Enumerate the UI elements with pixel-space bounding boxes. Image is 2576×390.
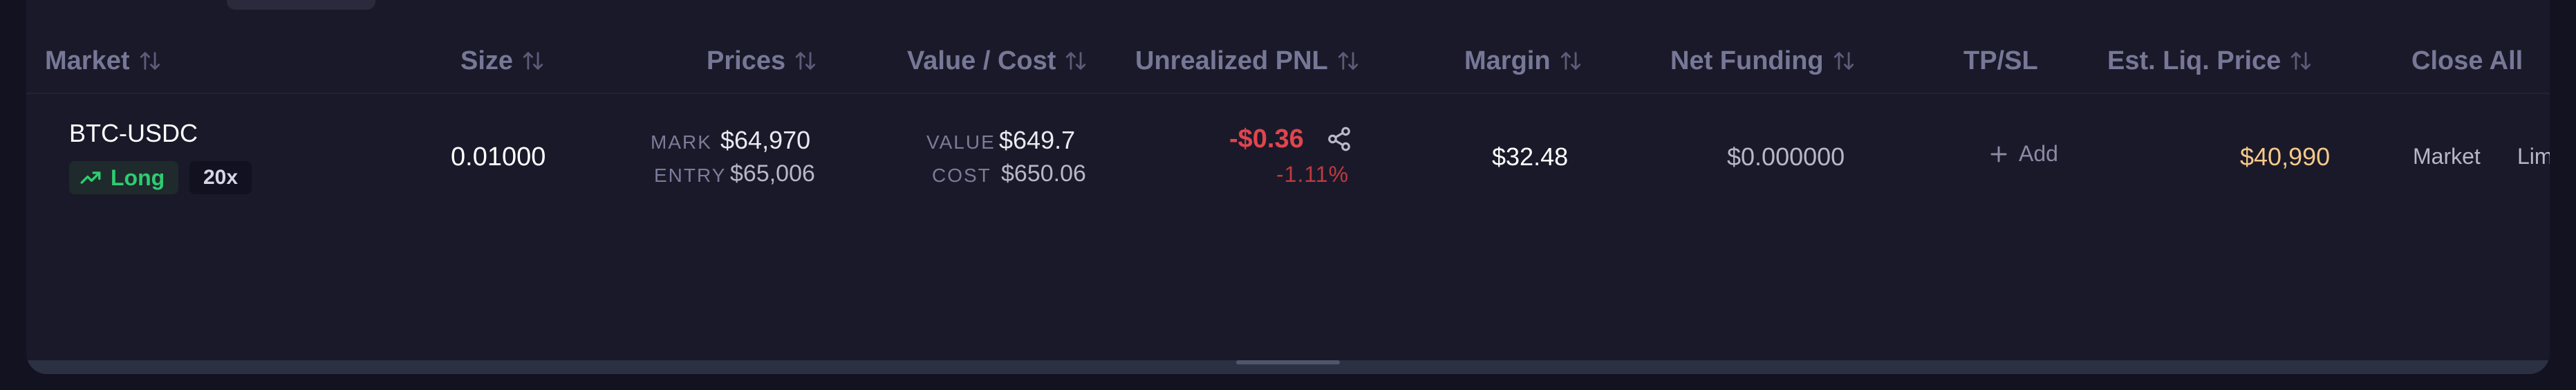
value-label: VALUE xyxy=(926,131,996,153)
cost-label: COST xyxy=(932,165,991,186)
sort-icon xyxy=(1560,52,1580,70)
sort-icon xyxy=(1833,52,1854,70)
position-cost: $650.06 xyxy=(1001,160,1086,187)
header-tpsl: TP/SL xyxy=(1963,46,2038,75)
sort-icon xyxy=(1338,52,1358,70)
share-icon[interactable] xyxy=(1326,126,1352,152)
side-badge: Long xyxy=(69,161,178,194)
header-prices[interactable]: Prices xyxy=(707,28,817,94)
close-all-button[interactable]: Close All xyxy=(2411,28,2523,94)
est-liq-price-value: $40,990 xyxy=(2240,142,2331,171)
header-margin[interactable]: Margin xyxy=(1464,28,1583,94)
mark-label: MARK xyxy=(651,131,712,153)
header-value-cost[interactable]: Value / Cost xyxy=(907,28,1088,94)
top-tab-stub[interactable] xyxy=(227,0,375,10)
plus-icon xyxy=(1990,146,2007,162)
entry-label: ENTRY xyxy=(654,165,727,186)
positions-panel: Market Size Prices Value / Cost Unrealiz… xyxy=(26,0,2550,374)
leverage-badge: 20x xyxy=(189,161,252,194)
header-est-liq-price[interactable]: Est. Liq. Price xyxy=(2107,28,2313,94)
close-limit-button[interactable]: Limit xyxy=(2517,144,2550,169)
unrealized-pnl-percent: -1.11% xyxy=(1276,162,1350,187)
sort-icon xyxy=(523,52,543,70)
tpsl-add-button[interactable]: Add xyxy=(1988,141,2058,167)
header-size[interactable]: Size xyxy=(460,28,545,94)
position-size: 0.01000 xyxy=(451,142,546,171)
header-net-funding[interactable]: Net Funding xyxy=(1670,28,1856,94)
table-row: BTC-USDC Long 20x 0.01000 MARK $64,970 E… xyxy=(26,95,2550,220)
entry-price: $65,006 xyxy=(730,160,815,187)
margin-value: $32.48 xyxy=(1492,142,1569,171)
mark-price: $64,970 xyxy=(720,126,811,154)
market-name[interactable]: BTC-USDC xyxy=(69,119,198,148)
header-market[interactable]: Market xyxy=(45,28,162,94)
sort-icon xyxy=(140,52,160,70)
net-funding-value: $0.000000 xyxy=(1727,142,1845,171)
close-market-button[interactable]: Market xyxy=(2413,144,2481,169)
resize-handle[interactable] xyxy=(1236,360,1340,364)
sort-icon xyxy=(2291,52,2311,70)
trend-up-icon xyxy=(80,171,101,184)
sort-icon xyxy=(1066,52,1086,70)
sort-icon xyxy=(795,52,816,70)
position-value: $649.7 xyxy=(999,126,1076,154)
table-header: Market Size Prices Value / Cost Unrealiz… xyxy=(26,28,2550,94)
unrealized-pnl: -$0.36 xyxy=(1229,124,1304,154)
header-unrealized-pnl[interactable]: Unrealized PNL xyxy=(1135,28,1360,94)
